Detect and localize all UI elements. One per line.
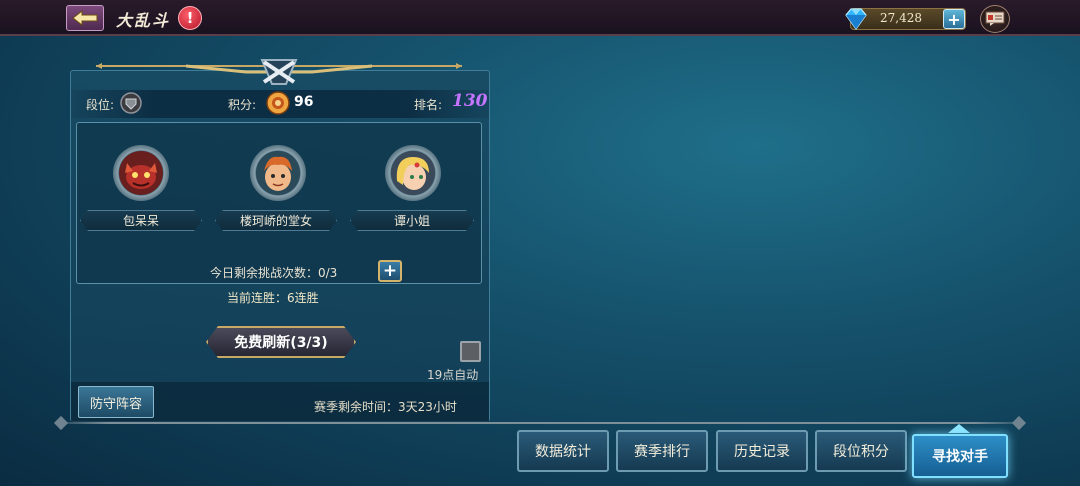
divider-cap-left (53, 415, 69, 431)
season-remaining-text: 赛季剩余时间：3天23小时 (314, 400, 457, 414)
score-value: 96 (294, 94, 314, 110)
help-icon[interactable]: ! (178, 6, 202, 30)
divider-cap-right (1011, 415, 1027, 431)
diamond-amount: 27,428 (880, 11, 922, 25)
score-label: 积分: (228, 98, 257, 112)
back-button[interactable] (66, 5, 104, 31)
opponent-name-2: 楼珂峤的堂女 (215, 210, 337, 231)
auto-refresh-label: 19点自动 (427, 368, 479, 382)
opponent-avatar-2[interactable] (250, 145, 306, 201)
mail-icon[interactable] (980, 5, 1010, 33)
crossed-swords-crest-icon (96, 59, 462, 85)
tab-season-ranking[interactable]: 赛季排行 (616, 430, 708, 472)
opponent-name-3: 谭小姐 (350, 210, 474, 231)
place-label: 排名: (414, 98, 443, 112)
remaining-challenges-text: 今日剩余挑战次数：0/3 (210, 266, 338, 280)
score-medal-icon (266, 91, 290, 115)
orange-hair-boy-avatar-icon (256, 151, 300, 195)
bottom-divider (60, 422, 1022, 424)
tab-history[interactable]: 历史记录 (716, 430, 808, 472)
free-refresh-button[interactable]: 免费刷新(3/3) (206, 326, 356, 358)
diamond-icon (845, 8, 867, 31)
back-arrow-icon (72, 10, 98, 26)
opponent-name-1: 包呆呆 (80, 210, 202, 231)
blonde-girl-avatar-icon (391, 151, 435, 195)
page-title: 大乱斗 (116, 11, 171, 30)
win-streak-text: 当前连胜：6连胜 (227, 291, 319, 305)
find-pointer-icon (948, 424, 970, 433)
opponent-avatar-3[interactable] (385, 145, 441, 201)
add-diamonds-button[interactable]: + (943, 9, 965, 29)
find-opponent-button[interactable]: 寻找对手 (912, 434, 1008, 478)
message-icon (985, 11, 1005, 26)
add-challenges-button[interactable]: + (378, 260, 402, 282)
rank-shield-icon (120, 92, 142, 114)
tab-rank-points[interactable]: 段位积分 (815, 430, 907, 472)
place-value: 130 (452, 91, 488, 111)
red-dragon-avatar-icon (119, 151, 163, 195)
auto-refresh-checkbox[interactable] (460, 341, 481, 362)
tab-data-stats[interactable]: 数据统计 (517, 430, 609, 472)
rank-label: 段位: (86, 98, 115, 112)
opponent-avatar-1[interactable] (113, 145, 169, 201)
defense-lineup-button[interactable]: 防守阵容 (78, 386, 154, 418)
